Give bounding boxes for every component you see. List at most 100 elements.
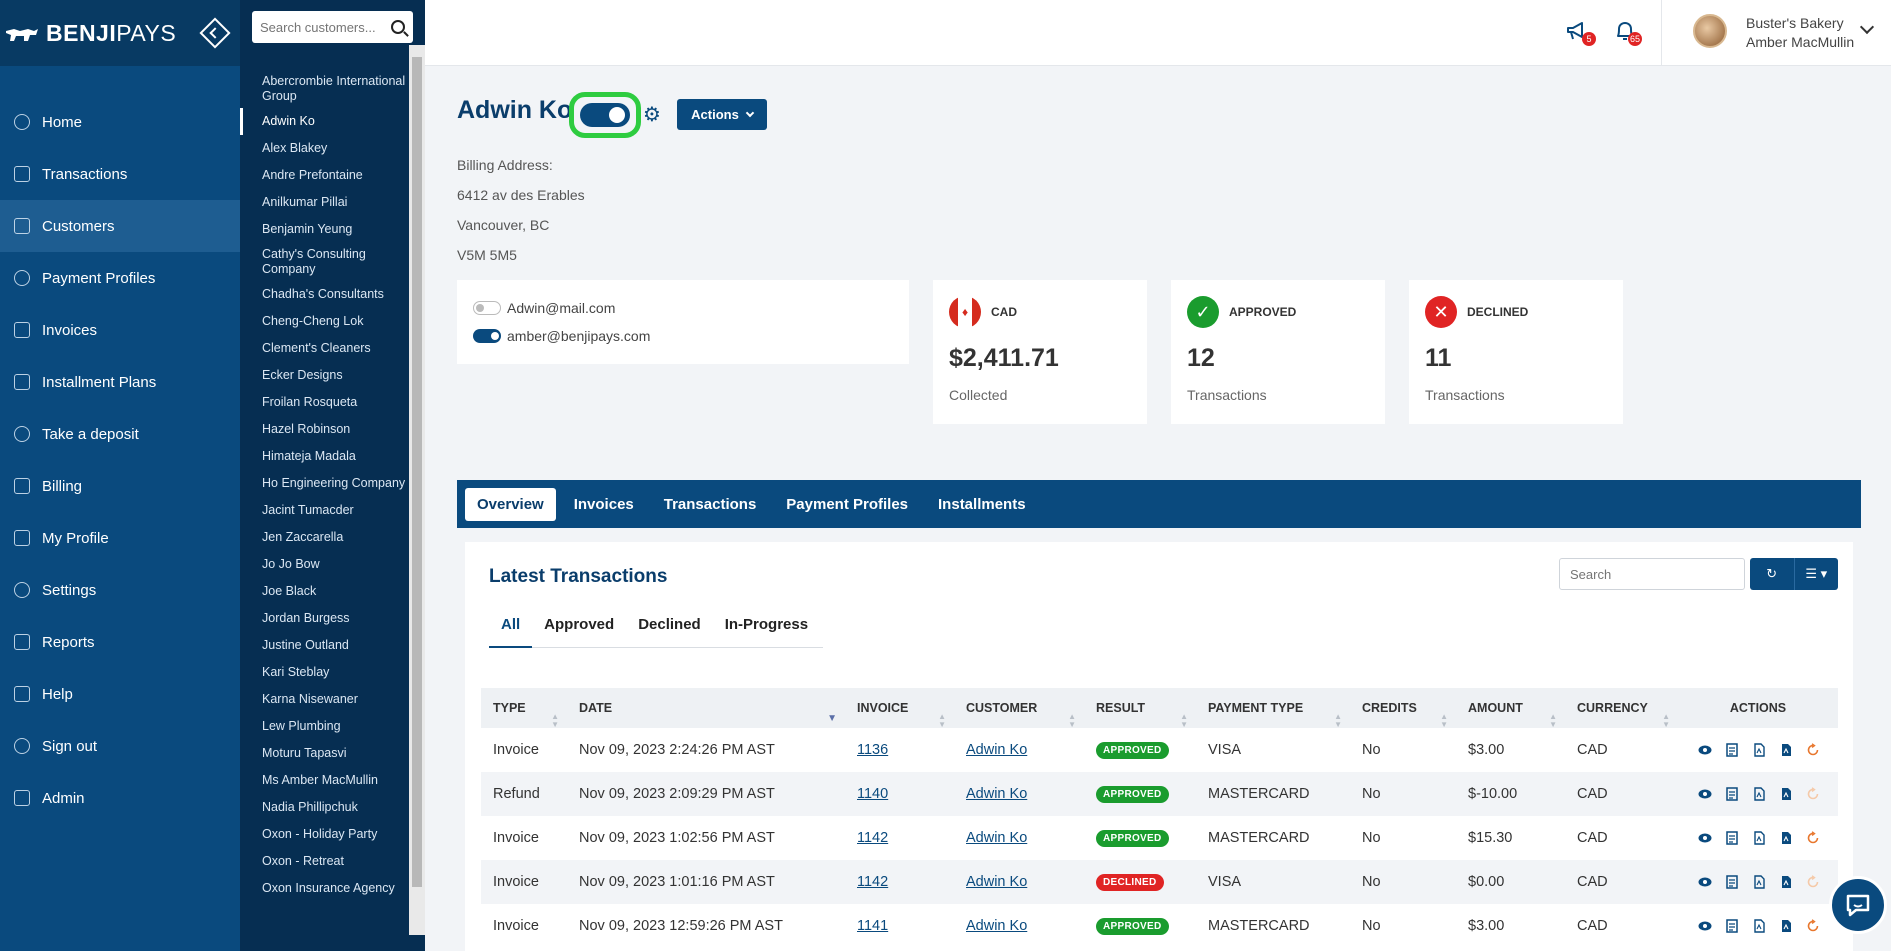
nav-item-payment-profiles[interactable]: Payment Profiles [0, 252, 240, 304]
receipt-icon[interactable] [1725, 787, 1739, 801]
invoice-link[interactable]: 1142 [857, 874, 888, 890]
nav-item-invoices[interactable]: Invoices [0, 304, 240, 356]
customer-list-item[interactable]: Jo Jo Bow [240, 551, 408, 578]
sort-icon[interactable]: ▲ ▼ [938, 713, 946, 729]
customer-list-item[interactable]: Benjamin Yeung [240, 216, 408, 243]
nav-item-sign-out[interactable]: Sign out [0, 720, 240, 772]
email-toggle[interactable] [473, 329, 501, 343]
column-header[interactable]: CUSTOMER ▲ ▼ [954, 701, 1084, 729]
refund-icon[interactable] [1806, 743, 1820, 757]
actions-button[interactable]: Actions [677, 99, 767, 130]
view-icon[interactable] [1698, 875, 1712, 889]
customer-list-item[interactable]: Anilkumar Pillai [240, 189, 408, 216]
pdf-filled-icon[interactable] [1779, 875, 1793, 889]
customer-list-scrollbar[interactable] [409, 45, 425, 935]
customer-list-item[interactable]: Alex Blakey [240, 135, 408, 162]
customer-list-item[interactable]: Jen Zaccarella [240, 524, 408, 551]
account-menu[interactable]: Buster's Bakery Amber MacMullin [1746, 14, 1854, 52]
gear-icon[interactable]: ⚙ [643, 102, 661, 127]
nav-item-transactions[interactable]: Transactions [0, 148, 240, 200]
scrollbar-thumb[interactable] [412, 57, 422, 887]
customer-list-item[interactable]: Andre Prefontaine [240, 162, 408, 189]
customer-list-item[interactable]: Cathy's Consulting Company [240, 243, 408, 281]
customer-list-item[interactable]: Ho Engineering Company [240, 470, 408, 497]
refund-icon[interactable] [1806, 875, 1820, 889]
invoice-link[interactable]: 1140 [857, 786, 888, 802]
customer-link[interactable]: Adwin Ko [966, 918, 1027, 934]
sort-icon[interactable]: ▲ ▼ [1068, 713, 1076, 729]
invoice-link[interactable]: 1141 [857, 918, 888, 934]
refund-icon[interactable] [1806, 831, 1820, 845]
search-icon[interactable] [391, 20, 405, 34]
tab-payment-profiles[interactable]: Payment Profiles [774, 488, 920, 521]
customer-link[interactable]: Adwin Ko [966, 830, 1027, 846]
customer-active-toggle[interactable] [580, 103, 630, 127]
nav-item-billing[interactable]: Billing [0, 460, 240, 512]
nav-item-admin[interactable]: Admin [0, 772, 240, 824]
customer-list-item[interactable]: Himateja Madala [240, 443, 408, 470]
nav-item-my-profile[interactable]: My Profile [0, 512, 240, 564]
customer-list-item[interactable]: Hazel Robinson [240, 416, 408, 443]
customer-list-item[interactable]: Abercrombie International Group [240, 70, 408, 108]
chevron-down-icon[interactable] [1859, 19, 1875, 35]
sort-icon[interactable]: ▲ ▼ [1440, 713, 1448, 729]
nav-item-take-a-deposit[interactable]: Take a deposit [0, 408, 240, 460]
filter-tab-in-progress[interactable]: In-Progress [713, 610, 820, 648]
tab-installments[interactable]: Installments [926, 488, 1038, 521]
filter-tab-declined[interactable]: Declined [626, 610, 713, 648]
column-header[interactable]: RESULT ▲ ▼ [1084, 701, 1196, 729]
invoice-link[interactable]: 1136 [857, 742, 888, 758]
view-icon[interactable] [1698, 787, 1712, 801]
customer-list-item[interactable]: Oxon - Retreat [240, 848, 408, 875]
customer-list-item[interactable]: Adwin Ko [240, 108, 408, 135]
column-header[interactable]: TYPE ▲ ▼ [481, 701, 567, 729]
customer-list-item[interactable]: Ms Amber MacMullin [240, 767, 408, 794]
pdf-icon[interactable] [1752, 787, 1766, 801]
customer-list-item[interactable]: Ecker Designs [240, 362, 408, 389]
chat-button[interactable] [1829, 876, 1887, 934]
nav-item-help[interactable]: Help [0, 668, 240, 720]
view-icon[interactable] [1698, 743, 1712, 757]
column-header[interactable]: DATE ▼ [567, 701, 845, 724]
sort-icon[interactable]: ▲ ▼ [551, 713, 559, 729]
customer-link[interactable]: Adwin Ko [966, 874, 1027, 890]
refund-icon[interactable] [1806, 919, 1820, 933]
customer-list-item[interactable]: Oxon - Holiday Party [240, 821, 408, 848]
column-header[interactable]: INVOICE ▲ ▼ [845, 701, 954, 729]
refund-icon[interactable] [1806, 787, 1820, 801]
customer-list-item[interactable]: Karna Nisewaner [240, 686, 408, 713]
email-toggle[interactable] [473, 301, 501, 315]
column-header[interactable]: CURRENCY ▲ ▼ [1565, 701, 1678, 729]
pdf-icon[interactable] [1752, 919, 1766, 933]
column-header[interactable]: AMOUNT ▲ ▼ [1456, 701, 1565, 729]
customer-link[interactable]: Adwin Ko [966, 786, 1027, 802]
tab-invoices[interactable]: Invoices [562, 488, 646, 521]
customer-list-item[interactable]: Justine Outland [240, 632, 408, 659]
pdf-icon[interactable] [1752, 831, 1766, 845]
customer-list-item[interactable]: Clement's Cleaners [240, 335, 408, 362]
refresh-button[interactable]: ↻ [1750, 558, 1794, 590]
customer-search-input[interactable] [260, 19, 391, 35]
receipt-icon[interactable] [1725, 831, 1739, 845]
customer-search[interactable] [252, 11, 413, 43]
customer-list-item[interactable]: Joe Black [240, 578, 408, 605]
nav-item-customers[interactable]: Customers [0, 200, 240, 252]
customer-list-item[interactable]: Froilan Rosqueta [240, 389, 408, 416]
pdf-filled-icon[interactable] [1779, 831, 1793, 845]
sort-desc-icon[interactable]: ▼ [827, 714, 837, 724]
view-icon[interactable] [1698, 831, 1712, 845]
invoice-link[interactable]: 1142 [857, 830, 888, 846]
receipt-icon[interactable] [1725, 919, 1739, 933]
nav-item-home[interactable]: Home [0, 96, 240, 148]
sort-icon[interactable]: ▲ ▼ [1549, 713, 1557, 729]
avatar[interactable] [1693, 14, 1727, 48]
customer-list-item[interactable]: Cheng-Cheng Lok [240, 308, 408, 335]
tab-overview[interactable]: Overview [465, 487, 556, 521]
pdf-icon[interactable] [1752, 875, 1766, 889]
tab-transactions[interactable]: Transactions [652, 488, 769, 521]
nav-item-installment-plans[interactable]: Installment Plans [0, 356, 240, 408]
collapse-nav-icon[interactable] [199, 17, 231, 49]
customer-list-item[interactable]: Nadia Phillipchuk [240, 794, 408, 821]
sort-icon[interactable]: ▲ ▼ [1180, 713, 1188, 729]
sort-icon[interactable]: ▲ ▼ [1334, 713, 1342, 729]
